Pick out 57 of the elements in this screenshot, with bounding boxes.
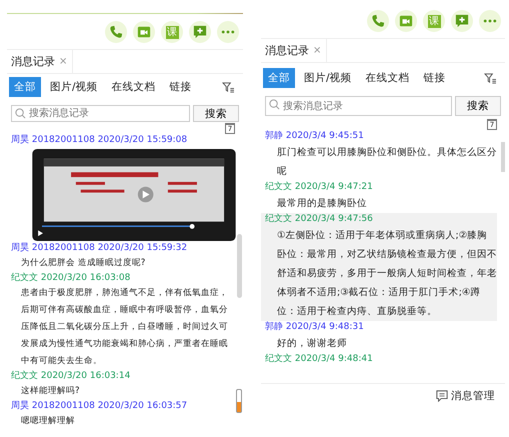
level-meter-icon	[236, 389, 242, 413]
filter-tab[interactable]: 在线文档	[106, 77, 161, 97]
filter-tab[interactable]: 全部	[263, 68, 295, 88]
video-camera-icon	[399, 14, 413, 28]
message-text: 好的，谢谢老师	[276, 337, 348, 351]
message-sender: 周昊 20182001108 2020/3/20 15:59:32	[11, 242, 188, 255]
message-icon	[436, 390, 448, 402]
message-text: 患者由于极度肥胖，肺泡通气不足，伴有低氧血症，后期可伴有高碳酸血症，睡眠中有呼吸暂停，血氧分压降低且二氧化碳分压上升，白昼嗜睡，时间过久可发展成为慢性通气功能衰竭和肺心病，严重者在睡眠中有可能失去生命。	[20, 286, 229, 368]
message-sender: 郭静 2020/3/4 9:45:51	[265, 130, 365, 143]
new-message-button[interactable]	[451, 10, 473, 32]
search-field[interactable]: 搜索消息记录	[11, 105, 190, 122]
more-icon	[483, 18, 497, 24]
more-button[interactable]	[479, 10, 501, 32]
filter-tab[interactable]: 链接	[418, 68, 451, 88]
scrollbar-thumb[interactable]	[237, 234, 242, 298]
phone-icon	[371, 14, 385, 28]
message-text: 肛门检查可以用膝胸卧位和侧卧位。具体怎么区分呢	[276, 146, 497, 179]
search-button[interactable]: 搜索	[193, 105, 239, 122]
search-icon	[15, 108, 26, 119]
history-tab[interactable]: 消息记录 ×	[7, 50, 74, 73]
add-message-icon	[455, 14, 469, 28]
filter-tab[interactable]: 图片/视频	[299, 68, 357, 88]
message-sender: 周昊 20182001108 2020/3/20 15:59:08	[11, 134, 188, 147]
filter-tab[interactable]: 图片/视频	[45, 77, 103, 97]
filter-icon[interactable]	[484, 72, 497, 84]
message-sender: 纪文文 2020/3/4 9:48:41	[265, 353, 374, 366]
search-button[interactable]: 搜索	[455, 96, 501, 116]
message-sender: 纪文文 2020/3/4 9:47:21	[265, 181, 374, 194]
message-text: 这样能理解吗?	[20, 385, 81, 398]
filter-icon[interactable]	[222, 82, 235, 92]
more-icon	[221, 29, 235, 35]
phone-button[interactable]	[105, 21, 127, 43]
message-text: 最常用的是膝胸卧位	[276, 197, 368, 211]
filter-tab[interactable]: 在线文档	[360, 68, 415, 88]
filter-tab[interactable]: 链接	[164, 77, 197, 97]
message-text: ①左侧卧位：适用于年老体弱或重病病人;②膝胸卧位：最常用，对乙状结肠镜检查最方便，但因不舒适和易疲劳，多用于一般病人短时间检查，年老体弱者不适用;③截石位：适用于肛门手术;④蹲位：适用于检查内痔、直肠脱垂等。	[276, 229, 497, 319]
phone-icon	[109, 25, 123, 39]
search-icon	[269, 99, 280, 110]
message-sender: 纪文文 2020/3/20 16:03:08	[11, 272, 132, 285]
add-message-icon	[193, 25, 207, 39]
message-text: 嗯嗯理解理解	[20, 415, 76, 428]
message-sender: 周昊 20182001108 2020/3/20 16:03:57	[11, 400, 188, 413]
video-call-button[interactable]	[133, 21, 155, 43]
phone-button[interactable]	[367, 10, 389, 32]
filter-tab[interactable]: 全部	[9, 77, 41, 97]
video-call-button[interactable]	[395, 10, 417, 32]
search-field[interactable]: 搜索消息记录	[265, 96, 452, 116]
message-sender: 纪文文 2020/3/4 9:47:56	[265, 213, 374, 226]
message-sender: 纪文文 2020/3/20 16:03:14	[11, 370, 132, 383]
more-button[interactable]	[217, 21, 239, 43]
scrollbar-thumb[interactable]	[501, 142, 505, 172]
video-camera-icon	[137, 25, 151, 39]
message-manager-button[interactable]: 消息管理	[434, 387, 497, 405]
message-sender: 郭静 2020/3/4 9:48:31	[265, 321, 365, 334]
history-tab[interactable]: 消息记录 ×	[261, 39, 328, 62]
message-text: 为什么肥胖会 造成睡眠过度呢?	[20, 256, 146, 270]
new-message-button[interactable]	[189, 21, 211, 43]
